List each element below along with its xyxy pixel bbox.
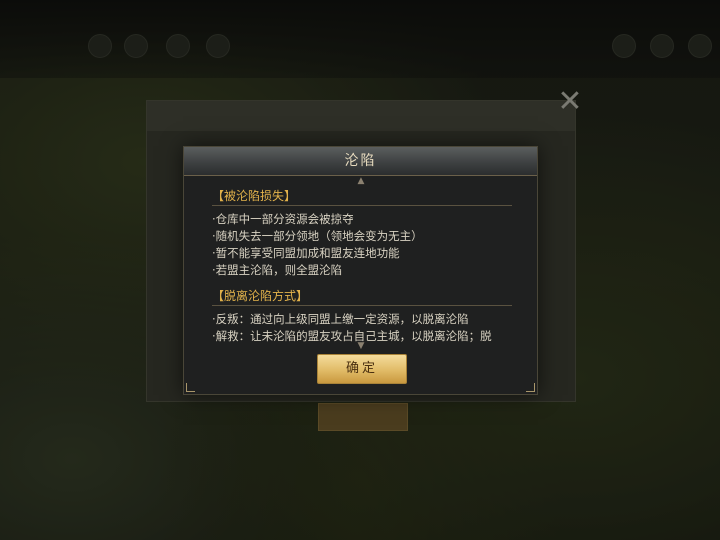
list-item: ·暂不能享受同盟加成和盟友连地功能	[212, 246, 400, 260]
confirm-button[interactable]: 确定	[317, 354, 407, 384]
corner-ornament	[526, 383, 535, 392]
fallen-dialog: 沦陷 ▲ 【被沦陷损失】 ·仓库中一部分资源会被掠夺 ·随机失去一部分领地（领地…	[183, 146, 538, 395]
dialog-header: 沦陷	[184, 147, 537, 176]
background-panel-button	[318, 403, 408, 431]
section-heading-escape: 【脱离沦陷方式】	[212, 287, 512, 306]
corner-ornament	[186, 383, 195, 392]
dialog-title: 沦陷	[344, 153, 377, 169]
close-icon[interactable]: ✕	[556, 87, 584, 117]
list-item: ·若盟主沦陷，则全盟沦陷	[212, 263, 343, 277]
dialog-content[interactable]: 【被沦陷损失】 ·仓库中一部分资源会被掠夺 ·随机失去一部分领地（领地会变为无主…	[212, 187, 512, 343]
list-item: ·随机失去一部分领地（领地会变为无主）	[212, 229, 423, 243]
chevron-down-icon: ▼	[357, 341, 365, 351]
list-item: ·仓库中一部分资源会被掠夺	[212, 212, 354, 226]
background-panel-header	[147, 101, 575, 131]
list-item: ·反叛：通过向上级同盟上缴一定资源，以脱离沦陷	[212, 312, 469, 326]
section-heading-losses: 【被沦陷损失】	[212, 187, 512, 206]
chevron-up-icon: ▲	[357, 176, 365, 186]
